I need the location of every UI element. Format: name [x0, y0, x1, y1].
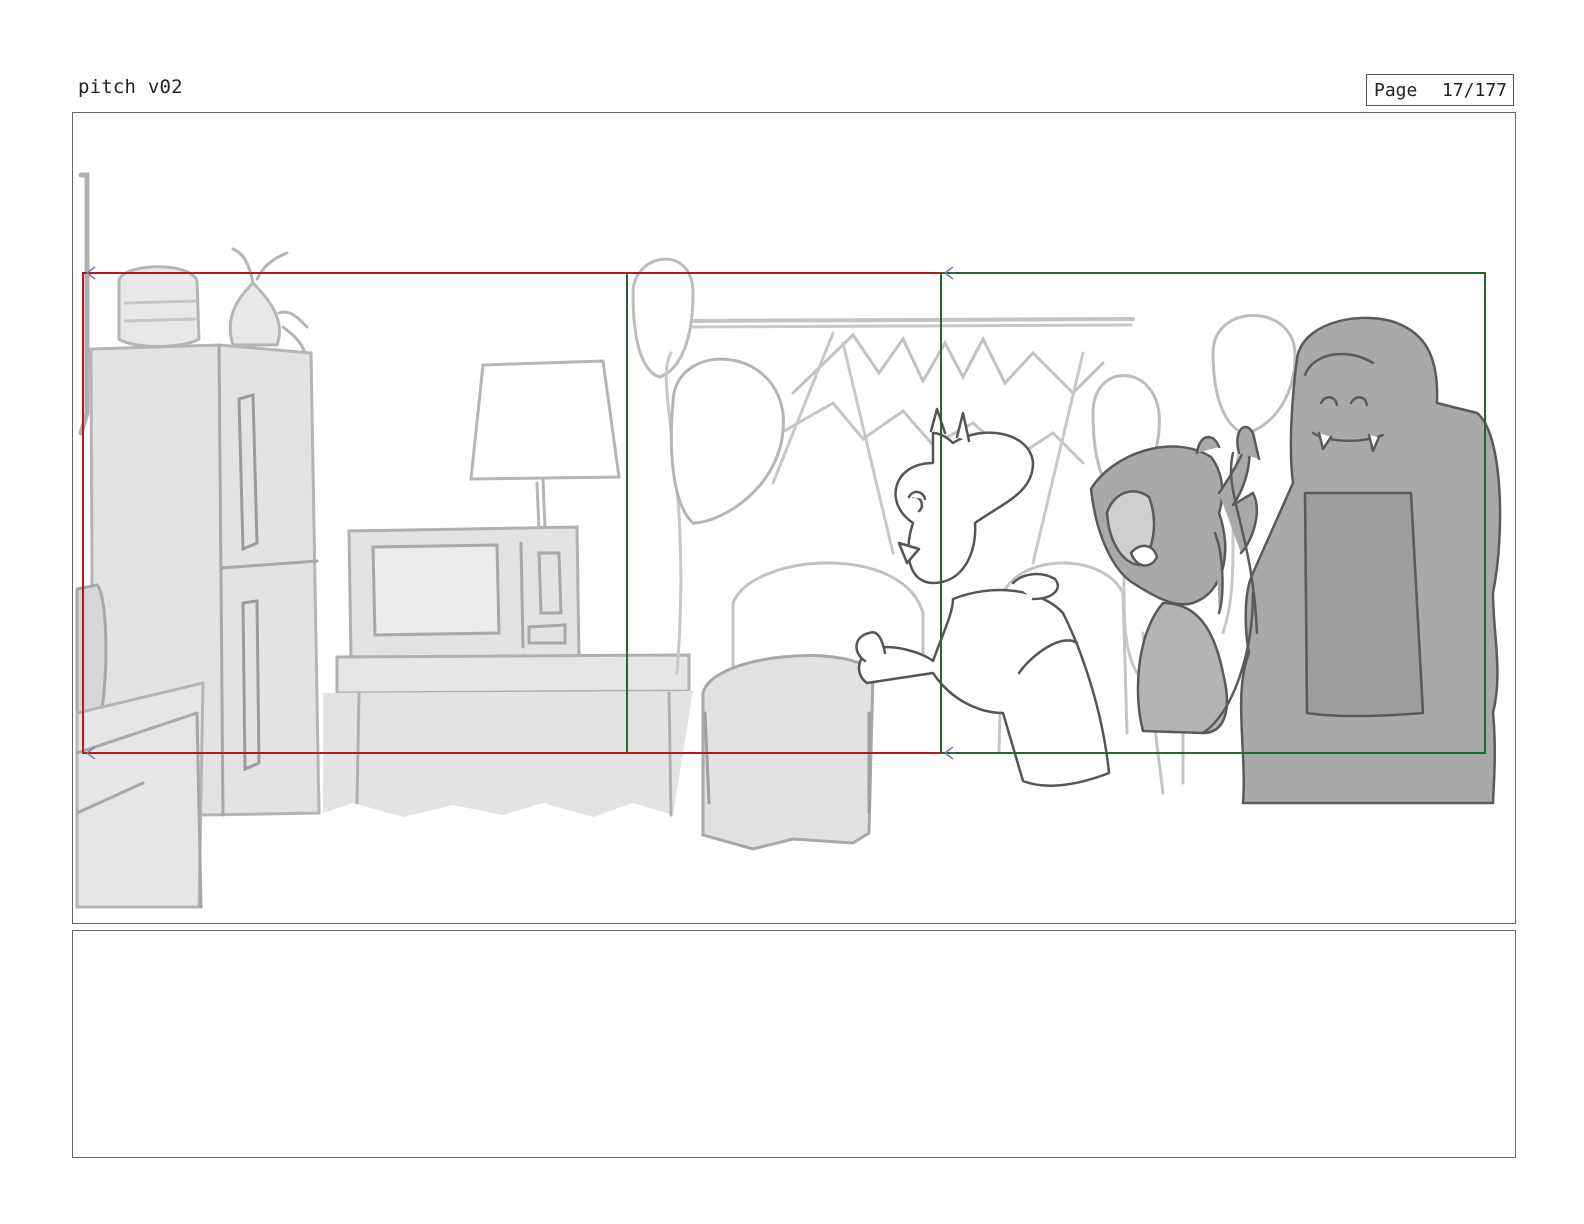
- plant-on-fridge: [228, 280, 281, 347]
- balloon: [631, 257, 695, 379]
- page-label: Page: [1374, 79, 1418, 101]
- apron: [1303, 491, 1425, 718]
- storyboard-panel: [72, 112, 1516, 924]
- notes-panel: [72, 930, 1516, 1158]
- banner-rod: [679, 317, 1135, 323]
- side-table: [335, 653, 691, 695]
- balloon: [1211, 314, 1297, 435]
- panel-sketch: [75, 172, 1502, 909]
- character-girl-with-horns: [855, 407, 1111, 787]
- balloon: [669, 357, 785, 525]
- jar-on-fridge: [117, 265, 201, 348]
- cheering-girl-body: [1136, 601, 1229, 735]
- lamp-shade: [469, 359, 621, 481]
- storyboard-title: pitch v02: [78, 76, 183, 98]
- page-indicator: Page 17/177: [1366, 74, 1514, 106]
- girl-body: [857, 588, 1111, 787]
- page-number: 17/177: [1441, 79, 1507, 101]
